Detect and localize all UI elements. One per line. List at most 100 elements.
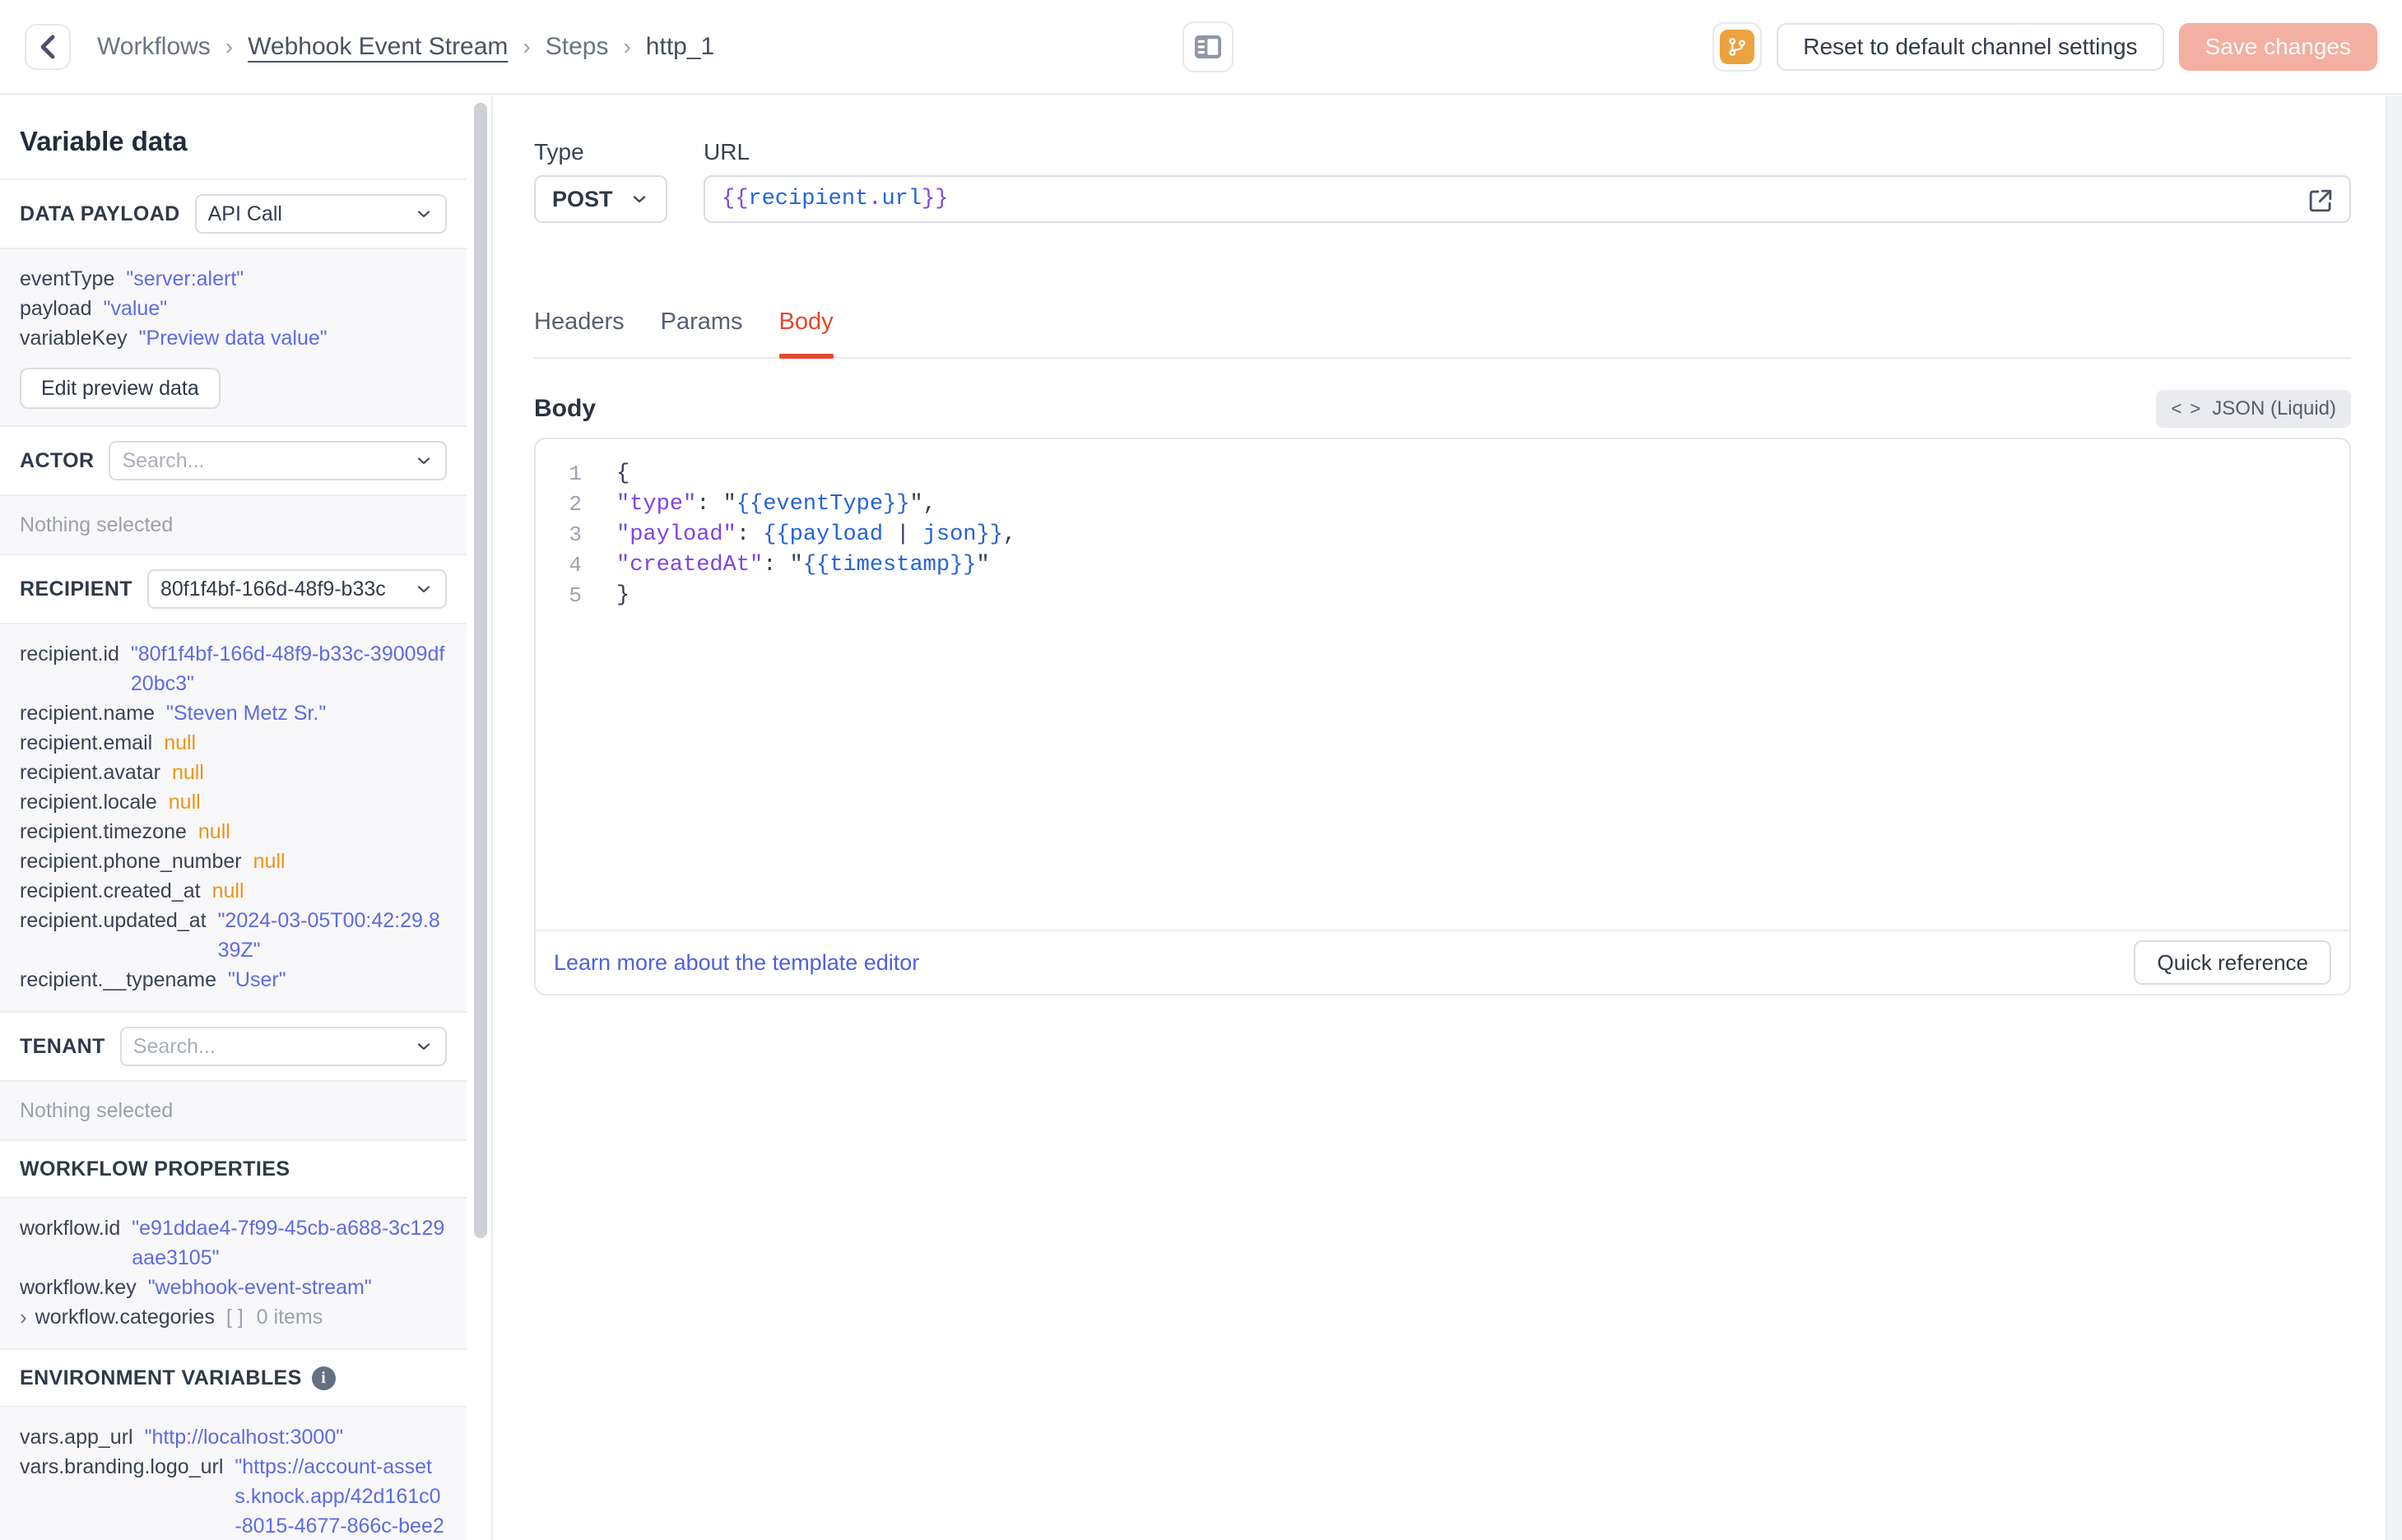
kv-row: payload "value" — [20, 294, 447, 323]
kv-key: workflow.categories — [35, 1306, 215, 1329]
kv-key: recipient.updated_at — [20, 909, 207, 932]
actor-empty-state: Nothing selected — [0, 496, 467, 555]
kv-row: recipient.created_at null — [20, 876, 447, 906]
body-section-title: Body — [534, 395, 596, 422]
kv-value: null — [197, 820, 230, 843]
kv-key: recipient.email — [20, 731, 153, 754]
code-text: "payload": {{payload | json}}, — [616, 522, 1017, 547]
code-editor[interactable]: 1{ 2 "type": "{{eventType}}", 3 "payload": {… — [536, 439, 2349, 931]
crumb-steps[interactable]: Steps — [546, 33, 609, 61]
expand-chevron-icon[interactable]: › — [20, 1302, 27, 1332]
kv-value: null — [171, 761, 204, 784]
crumb-http_1: http_1 — [645, 32, 715, 60]
template-editor-panel: 1{ 2 "type": "{{eventType}}", 3 "payload": {… — [534, 438, 2351, 995]
kv-value: [ ] — [225, 1306, 244, 1329]
kv-row: recipient.phone_number null — [20, 847, 447, 876]
url-input[interactable]: {{recipient.url}} — [704, 175, 2351, 223]
toggle-sidebar-button[interactable] — [1182, 21, 1234, 72]
kv-key: variableKey — [20, 327, 128, 350]
info-icon[interactable]: i — [311, 1366, 336, 1390]
editor-footer: Learn more about the template editor Qui… — [536, 931, 2349, 994]
webhook-step-editor: Workflows › Webhook Event Stream › Steps › htt… — [0, 0, 2402, 1540]
kv-key: recipient.created_at — [20, 879, 201, 902]
language-badge[interactable]: < > JSON (Liquid) — [2156, 390, 2351, 428]
tab-headers[interactable]: Headers — [534, 308, 625, 357]
kv-row: workflow.key "webhook-event-stream" — [20, 1273, 447, 1302]
request-tabs: Headers Params Body — [534, 308, 2351, 359]
kv-key: workflow.key — [20, 1276, 137, 1299]
workflow-properties-header: WORKFLOW PROPERTIES — [0, 1141, 467, 1199]
kv-key: vars.app_url — [20, 1426, 133, 1449]
data-payload-source-select[interactable]: API Call — [194, 194, 447, 234]
kv-key: recipient.__typename — [20, 968, 217, 991]
crumb-webhook-event-stream[interactable]: Webhook Event Stream — [248, 33, 508, 61]
external-link-icon[interactable] — [2305, 185, 2336, 216]
kv-row: vars.branding.logo_url "https://account-a… — [20, 1452, 447, 1540]
code-text: "type": "{{eventType}}", — [616, 492, 936, 517]
kv-key: recipient.id — [20, 642, 119, 666]
data-payload-header: DATA PAYLOAD API Call — [0, 180, 467, 249]
recipient-selected-value: 80f1f4bf-166d-48f9-b33c — [160, 577, 386, 601]
body-section-header: Body < > JSON (Liquid) — [534, 390, 2351, 428]
recipient-header: RECIPIENT 80f1f4bf-166d-48f9-b33c — [0, 555, 467, 624]
kv-key: recipient.phone_number — [20, 850, 242, 873]
code-icon: < > — [2171, 398, 2203, 419]
tenant-header: TENANT Search... — [0, 1013, 467, 1082]
kv-row: recipient.__typename "User" — [20, 965, 447, 995]
breadcrumb: Workflows › Webhook Event Stream › Steps › htt… — [97, 33, 714, 61]
kv-row: vars.app_url "http://localhost:3000" — [20, 1422, 447, 1452]
kv-row: recipient.timezone null — [20, 817, 447, 847]
kv-row: recipient.id "80f1f4bf-166d-48f9-b33c-390… — [20, 639, 447, 698]
tab-body[interactable]: Body — [778, 308, 834, 359]
kv-value: "80f1f4bf-166d-48f9-b33c-39009df20bc3" — [130, 642, 445, 695]
recipient-label: RECIPIENT — [20, 577, 132, 601]
kv-value: "2024-03-05T00:42:29.839Z" — [217, 909, 440, 962]
kv-row: › workflow.categories [ ] 0 items — [20, 1302, 447, 1332]
environment-variables-label: ENVIRONMENT VARIABLES i — [20, 1366, 336, 1390]
crumb-workflows[interactable]: Workflows — [97, 33, 211, 61]
type-label: Type — [534, 139, 584, 165]
chevron-down-icon — [414, 579, 434, 599]
chevron-down-icon — [414, 204, 434, 224]
kv-suffix: 0 items — [256, 1306, 323, 1329]
url-label: URL — [704, 139, 750, 165]
code-text: "createdAt": "{{timestamp}}" — [616, 553, 990, 578]
data-payload-label: DATA PAYLOAD — [20, 202, 180, 225]
learn-more-link[interactable]: Learn more about the template editor — [554, 950, 919, 976]
line-number: 1 — [569, 462, 582, 486]
sidebar-scrollbar-thumb[interactable] — [474, 103, 487, 1238]
variable-data-panel: Variable data DATA PAYLOAD API Call even… — [0, 96, 493, 1540]
reset-default-channel-button[interactable]: Reset to default channel settings — [1777, 22, 2164, 71]
kv-value: "https://account-assets.knock.app/42d161… — [235, 1455, 444, 1538]
code-line: 5} — [536, 581, 2349, 611]
edit-preview-data-button[interactable]: Edit preview data — [20, 368, 221, 409]
kv-key: payload — [20, 297, 92, 320]
kv-row: recipient.updated_at "2024-03-05T00:42:29… — [20, 906, 447, 965]
save-changes-button[interactable]: Save changes — [2178, 22, 2377, 71]
main-scrollbar-track[interactable] — [2386, 96, 2402, 1540]
tenant-search-select[interactable]: Search... — [119, 1027, 447, 1066]
recipient-select[interactable]: 80f1f4bf-166d-48f9-b33c — [146, 569, 447, 609]
kv-row: variableKey "Preview data value" — [20, 323, 447, 353]
panel-title: Variable data — [0, 96, 467, 180]
kv-value: "Steven Metz Sr." — [165, 702, 327, 725]
code-line: 1{ — [536, 459, 2349, 489]
quick-reference-button[interactable]: Quick reference — [2134, 940, 2331, 985]
git-branch-icon — [1726, 36, 1748, 58]
back-button[interactable] — [25, 23, 71, 70]
sidebar-panel-icon — [1194, 35, 1222, 59]
kv-value: "e91ddae4-7f99-45cb-a688-3c129aae3105" — [132, 1217, 445, 1269]
code-line: 3 "payload": {{payload | json}}, — [536, 520, 2349, 550]
line-number: 3 — [569, 522, 582, 547]
http-method-select[interactable]: POST — [534, 175, 667, 223]
tab-params[interactable]: Params — [661, 308, 743, 357]
kv-value: null — [211, 879, 244, 902]
kv-key: recipient.timezone — [20, 820, 187, 843]
line-number: 2 — [569, 492, 582, 517]
kv-row: recipient.name "Steven Metz Sr." — [20, 698, 447, 728]
commit-status-button[interactable] — [1712, 21, 1763, 72]
environment-variables-values: vars.app_url "http://localhost:3000" vars.… — [0, 1408, 467, 1540]
actor-search-select[interactable]: Search... — [109, 441, 447, 480]
kv-value: "webhook-event-stream" — [147, 1276, 372, 1299]
top-bar-actions: Reset to default channel settings Save c… — [1712, 21, 2377, 72]
